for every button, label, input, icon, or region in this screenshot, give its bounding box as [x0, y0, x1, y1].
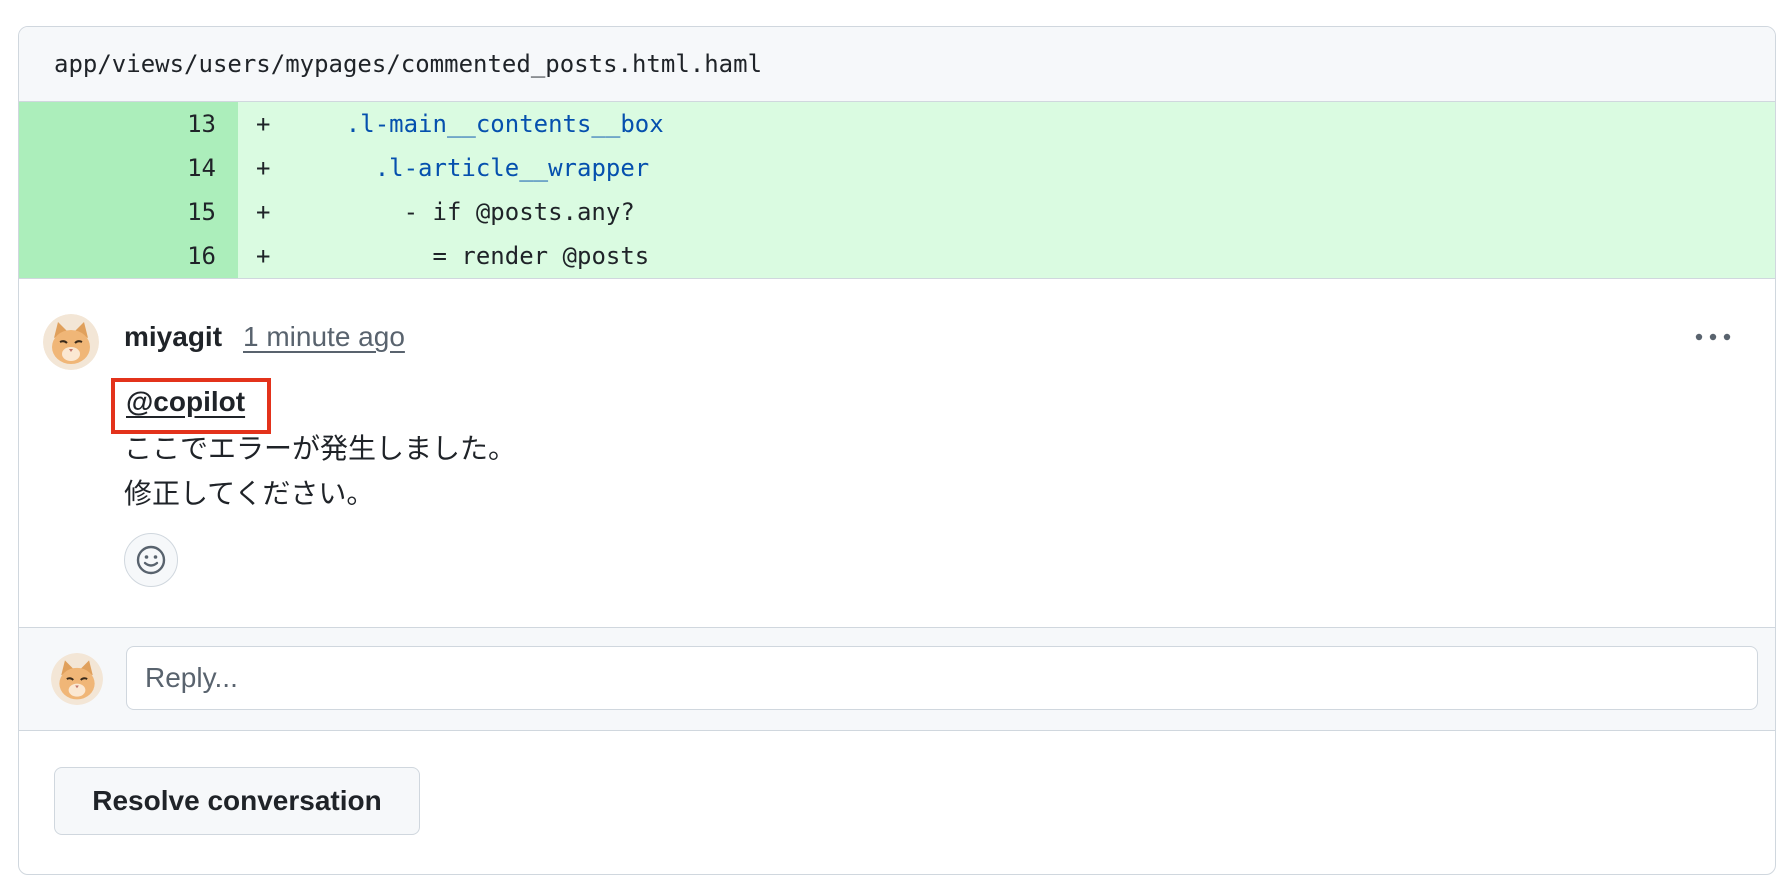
comment-body-line: ここでエラーが発生しました。	[124, 433, 517, 464]
addition-marker: +	[256, 110, 271, 138]
addition-marker: +	[256, 154, 271, 182]
cat-avatar	[51, 653, 103, 705]
code-line: + .l-article__wrapper	[238, 146, 1775, 190]
code-text: .l-main__contents__box	[345, 110, 664, 138]
code-line: + - if @posts.any?	[238, 190, 1775, 234]
addition-marker: +	[256, 198, 271, 226]
reply-area	[19, 627, 1775, 731]
line-number[interactable]: 13	[19, 102, 238, 146]
kebab-horizontal-icon[interactable]	[1691, 327, 1735, 347]
file-path[interactable]: app/views/users/mypages/commented_posts.…	[54, 50, 762, 78]
comment-body-line: 修正してください。	[124, 478, 375, 509]
smiley-icon	[136, 545, 166, 575]
line-number[interactable]: 16	[19, 234, 238, 278]
copilot-mention-link[interactable]: @copilot	[126, 386, 245, 418]
code-line: + .l-main__contents__box	[238, 102, 1775, 146]
cat-avatar[interactable]	[43, 314, 99, 370]
review-thread-card: app/views/users/mypages/commented_posts.…	[18, 26, 1776, 875]
reply-input[interactable]	[126, 646, 1758, 710]
diff-block: 13 + .l-main__contents__box 14 + .l-arti…	[19, 102, 1775, 279]
addition-marker: +	[256, 242, 271, 270]
cat-avatar-icon	[51, 653, 103, 705]
diff-line: 16 + = render @posts	[19, 234, 1775, 278]
diff-line: 14 + .l-article__wrapper	[19, 146, 1775, 190]
comment-timestamp[interactable]: 1 minute ago	[243, 321, 405, 353]
comment-author[interactable]: miyagit	[124, 321, 222, 353]
review-comment: miyagit 1 minute ago @copilot ここでエラーが発生し…	[19, 279, 1775, 627]
diff-line: 15 + - if @posts.any?	[19, 190, 1775, 234]
diff-line: 13 + .l-main__contents__box	[19, 102, 1775, 146]
code-text: - if @posts.any?	[403, 198, 635, 226]
add-reaction-button[interactable]	[124, 533, 178, 587]
code-text: = render @posts	[432, 242, 650, 270]
file-header: app/views/users/mypages/commented_posts.…	[19, 27, 1775, 102]
line-number[interactable]: 14	[19, 146, 238, 190]
cat-avatar-icon	[43, 314, 99, 370]
code-line: + = render @posts	[238, 234, 1775, 278]
line-number[interactable]: 15	[19, 190, 238, 234]
code-text: .l-article__wrapper	[374, 154, 650, 182]
resolve-conversation-button[interactable]: Resolve conversation	[54, 767, 420, 835]
